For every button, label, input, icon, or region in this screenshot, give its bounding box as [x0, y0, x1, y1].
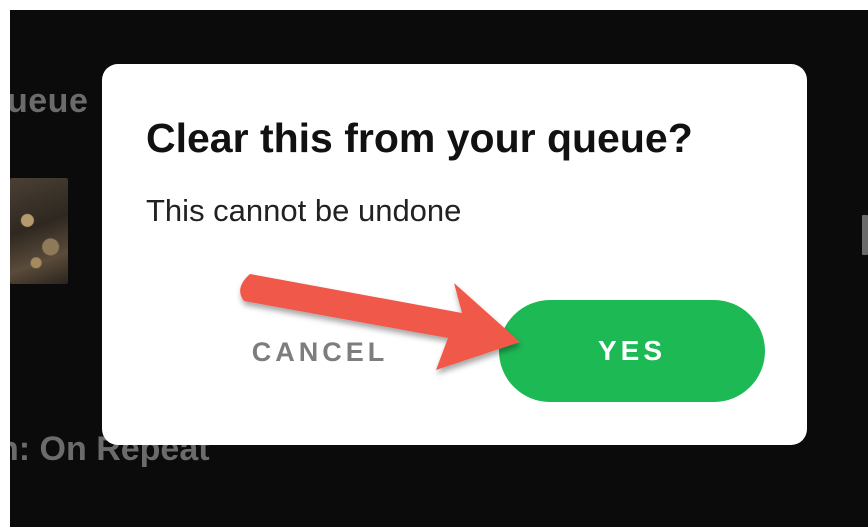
dialog-message: This cannot be undone [146, 193, 462, 228]
track-thumbnail[interactable] [10, 178, 68, 284]
dialog-title: Clear this from your queue? [146, 115, 693, 161]
clear-queue-dialog: Clear this from your queue? This cannot … [102, 64, 807, 445]
yes-button[interactable]: YES [499, 300, 765, 402]
background-text-fragment [862, 215, 868, 255]
cancel-button[interactable]: CANCEL [230, 330, 410, 374]
queue-heading: ueue [10, 82, 89, 120]
